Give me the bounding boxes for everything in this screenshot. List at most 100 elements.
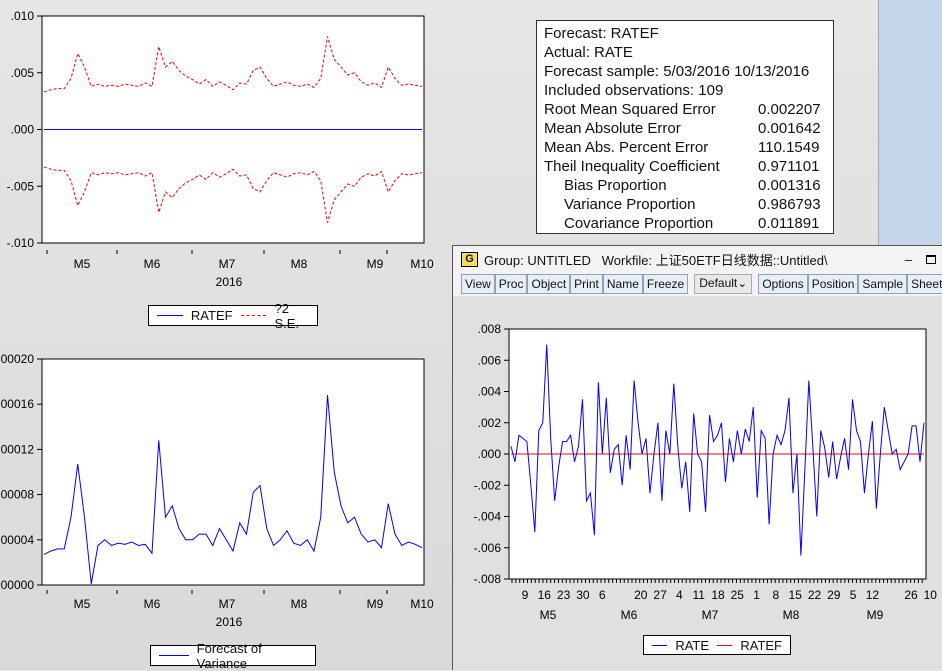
month-label: M8 bbox=[783, 608, 800, 622]
day-label: 5 bbox=[850, 588, 857, 602]
toolbar-freeze-button[interactable]: Freeze bbox=[642, 274, 689, 294]
y-tick-label: .00004 bbox=[0, 533, 34, 547]
stats-sample: Forecast sample: 5/03/2016 10/13/2016 bbox=[544, 63, 810, 80]
stat-label: Theil Inequality Coefficient bbox=[544, 158, 720, 175]
maximize-icon[interactable] bbox=[926, 254, 936, 264]
month-label: M7 bbox=[219, 257, 236, 271]
month-label: M9 bbox=[867, 608, 884, 622]
day-label: 12 bbox=[866, 588, 880, 602]
toolbar-proc-button[interactable]: Proc bbox=[494, 274, 528, 294]
day-label: 30 bbox=[576, 588, 590, 602]
month-label: M10 bbox=[410, 257, 434, 271]
stats-row: Covariance Proportion 0.011891 bbox=[544, 214, 826, 233]
stat-label: Variance Proportion bbox=[564, 196, 696, 213]
stat-value: 0.001642 bbox=[758, 120, 821, 137]
y-tick-label: .006 bbox=[478, 353, 502, 367]
stats-row: Theil Inequality Coefficient 0.971101 bbox=[544, 157, 826, 176]
year-label: 2016 bbox=[216, 275, 243, 289]
toolbar-name-button[interactable]: Name bbox=[602, 274, 643, 294]
toolbar-print-button[interactable]: Print bbox=[570, 274, 603, 294]
day-label: 11 bbox=[692, 588, 705, 602]
day-label: 16 bbox=[538, 588, 552, 602]
legend-line-variance bbox=[159, 655, 189, 656]
legend-line-ratef bbox=[157, 315, 183, 316]
month-label: M8 bbox=[291, 597, 308, 611]
y-tick-label: -.006 bbox=[474, 541, 502, 555]
legend-variance: Forecast of Variance bbox=[196, 640, 262, 671]
background-window bbox=[878, 0, 942, 245]
stat-value: 0.986793 bbox=[758, 196, 821, 213]
month-label: M8 bbox=[291, 257, 308, 271]
month-label: M9 bbox=[367, 257, 384, 271]
day-label: 25 bbox=[731, 588, 745, 602]
stat-value: 110.1549 bbox=[758, 139, 820, 156]
month-label: M9 bbox=[367, 597, 384, 611]
y-tick-label: .002 bbox=[478, 416, 502, 430]
legend-se: ?2 S.E. bbox=[274, 300, 300, 331]
toolbar-position-button[interactable]: Position bbox=[807, 274, 859, 294]
legend-ratef2: RATEF bbox=[740, 637, 782, 653]
day-label: 4 bbox=[676, 588, 683, 602]
stat-label: Bias Proportion bbox=[564, 177, 667, 194]
stats-row: Root Mean Squared Error 0.002207 bbox=[544, 100, 826, 119]
stat-value: 0.971101 bbox=[758, 158, 820, 175]
toolbar-view-button[interactable]: View bbox=[461, 274, 495, 294]
stats-row: Mean Abs. Percent Error 110.1549 bbox=[544, 138, 826, 157]
rate-chart: .008 .006 .004 .002 .000 -.002 -.004 -.006 -.008… bbox=[474, 322, 938, 622]
month-label: M6 bbox=[144, 597, 161, 611]
y-tick-label: .004 bbox=[478, 385, 502, 399]
legend-line-ratef2 bbox=[717, 644, 733, 646]
y-tick-label: .010 bbox=[11, 9, 35, 23]
y-tick-label: -.004 bbox=[474, 510, 502, 524]
day-label: 20 bbox=[634, 588, 648, 602]
group-icon: G bbox=[461, 251, 478, 267]
variance-chart: .00020 .00016 .00012 .00008 .00004 .00000 M5 M6… bbox=[0, 352, 434, 629]
minimize-icon[interactable]: – bbox=[905, 252, 912, 267]
window-title-bar[interactable]: G Group: UNTITLED Workfile: 上证50ETF日线数据:… bbox=[453, 246, 942, 272]
y-tick-label: .005 bbox=[11, 66, 35, 80]
day-label: 26 bbox=[904, 588, 918, 602]
y-tick-label: -.010 bbox=[7, 236, 35, 250]
forecast-legend: RATEF ?2 S.E. bbox=[148, 301, 318, 331]
legend-ratef: RATEF bbox=[190, 308, 233, 323]
legend-line-rate bbox=[652, 644, 668, 646]
view-select[interactable]: Default ⌄ bbox=[694, 274, 753, 294]
month-label: M5 bbox=[540, 608, 557, 622]
day-label: 18 bbox=[711, 588, 725, 602]
y-tick-label: .000 bbox=[11, 123, 35, 137]
y-tick-label: -.005 bbox=[7, 179, 35, 193]
stat-label: Mean Absolute Error bbox=[544, 120, 681, 137]
stat-value: 0.001316 bbox=[758, 177, 821, 194]
stats-row: Variance Proportion 0.986793 bbox=[544, 195, 826, 214]
chevron-down-icon: ⌄ bbox=[737, 276, 748, 290]
toolbar-sample-button[interactable]: Sample bbox=[858, 274, 908, 294]
day-label: 23 bbox=[557, 588, 571, 602]
group-window[interactable]: G Group: UNTITLED Workfile: 上证50ETF日线数据:… bbox=[452, 245, 942, 670]
y-tick-label: .00020 bbox=[0, 352, 34, 366]
month-label: M10 bbox=[410, 597, 434, 611]
stat-value: 0.002207 bbox=[758, 101, 821, 118]
month-label: M5 bbox=[74, 257, 91, 271]
day-label: 9 bbox=[522, 588, 529, 602]
y-tick-label: .008 bbox=[478, 322, 502, 336]
toolbar-object-button[interactable]: Object bbox=[527, 274, 571, 294]
day-label: 15 bbox=[789, 588, 803, 602]
window-title: Group: UNTITLED Workfile: 上证50ETF日线数据::U… bbox=[484, 252, 828, 268]
month-label: M6 bbox=[621, 608, 638, 622]
day-label: 29 bbox=[827, 588, 841, 602]
month-label: M6 bbox=[144, 257, 161, 271]
stats-row: Bias Proportion 0.001316 bbox=[544, 176, 826, 195]
y-tick-label: .00008 bbox=[0, 488, 34, 502]
y-tick-label: .00000 bbox=[0, 578, 34, 592]
toolbar-options-button[interactable]: Options bbox=[758, 274, 808, 294]
day-label: 8 bbox=[773, 588, 780, 602]
y-tick-label: .000 bbox=[478, 447, 502, 461]
toolbar-sheet-button[interactable]: Sheet bbox=[907, 274, 942, 294]
day-label: 27 bbox=[653, 588, 667, 602]
y-tick-label: -.002 bbox=[474, 478, 502, 492]
legend-line-se bbox=[240, 315, 267, 316]
day-label: 1 bbox=[753, 588, 760, 602]
y-tick-label: .00012 bbox=[0, 442, 34, 456]
month-label: M5 bbox=[74, 597, 91, 611]
day-label: 22 bbox=[808, 588, 822, 602]
